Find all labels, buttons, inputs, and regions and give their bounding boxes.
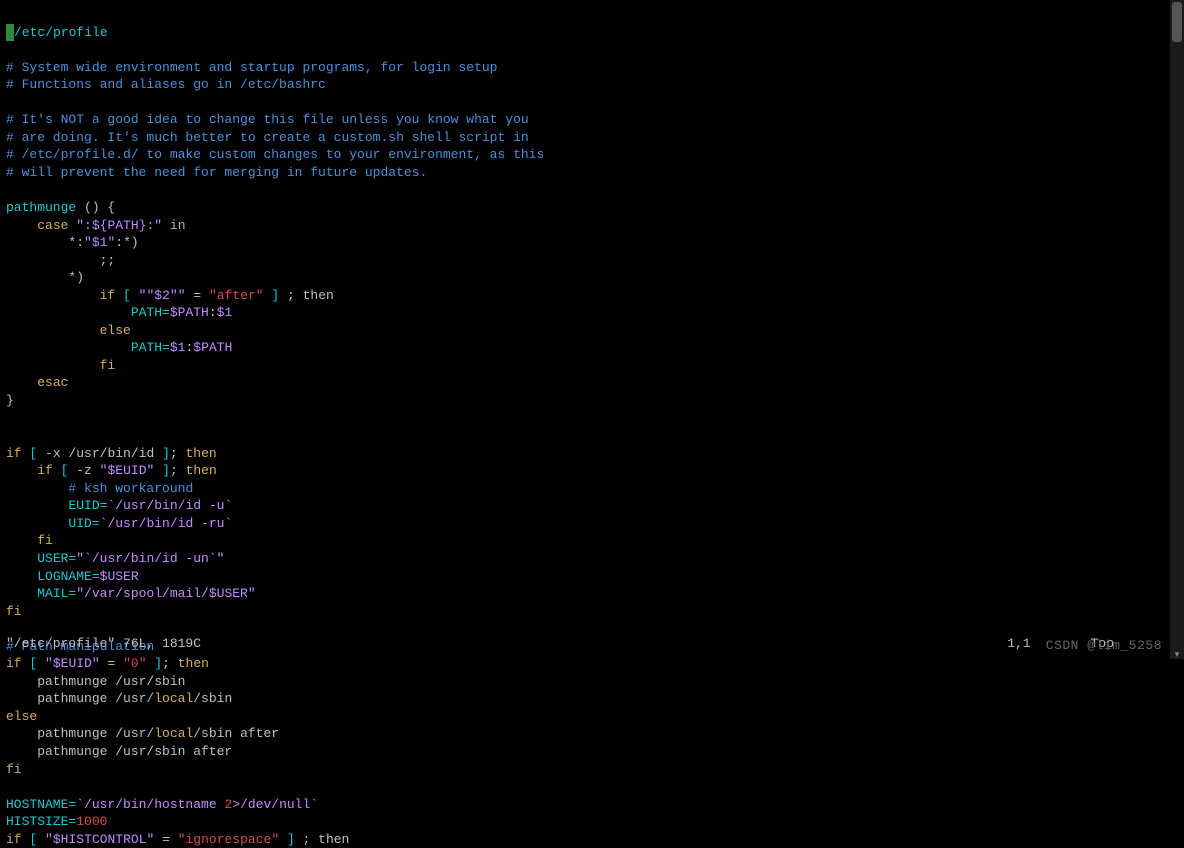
string: "0": [123, 656, 146, 671]
case-expr: ":${PATH}:": [76, 218, 162, 233]
case-break: ;;: [100, 253, 116, 268]
string: "ignorespace": [178, 832, 279, 847]
backtick: `/usr/bin/id -ru`: [100, 516, 233, 531]
kw-if: if: [100, 288, 116, 303]
kw-esac: esac: [37, 375, 68, 390]
command-line: pathmunge /usr/: [6, 691, 154, 706]
kw-if: if: [6, 446, 22, 461]
command-line: pathmunge /usr/: [6, 726, 154, 741]
backtick: `/usr/bin/id -u`: [107, 498, 232, 513]
brace-open: () {: [84, 200, 115, 215]
var: $PATH: [170, 305, 209, 320]
var-assign: PATH=: [131, 305, 170, 320]
vim-status-line: "/etc/profile" 76L, 1819C 1,1 Top: [6, 635, 1164, 653]
func-name: pathmunge: [6, 200, 76, 215]
var-assign: HISTSIZE=: [6, 814, 76, 829]
kw-case: case: [37, 218, 68, 233]
var: $PATH: [193, 340, 232, 355]
kw-else: else: [100, 323, 131, 338]
var-assign: MAIL=: [37, 586, 76, 601]
scrollbar-vertical[interactable]: ▴ ▾: [1170, 0, 1184, 659]
editor-viewport[interactable]: /etc/profile # System wide environment a…: [0, 0, 1184, 848]
comment-line: # Functions and aliases go in /etc/bashr…: [6, 77, 326, 92]
var-assign: LOGNAME=: [37, 569, 99, 584]
string: "after": [209, 288, 264, 303]
file-path: /etc/profile: [14, 25, 108, 40]
var: $1: [217, 305, 233, 320]
backtick: "`/usr/bin/id -un`": [76, 551, 224, 566]
cursor: [6, 24, 14, 42]
brace-close: }: [6, 393, 14, 408]
eq: =: [193, 288, 201, 303]
var-assign: PATH=: [131, 340, 170, 355]
comment-line: # System wide environment and startup pr…: [6, 60, 497, 75]
bracket: [: [123, 288, 131, 303]
number: 1000: [76, 814, 107, 829]
kw-fi: fi: [100, 358, 116, 373]
var: $USER: [100, 569, 139, 584]
status-rowcol: 1,1: [1007, 635, 1030, 653]
var-assign: EUID=: [68, 498, 107, 513]
comment-line: # are doing. It's much better to create …: [6, 130, 529, 145]
command-line: pathmunge /usr/sbin after: [6, 744, 232, 759]
scrollbar-thumb[interactable]: [1172, 2, 1182, 42]
comment-line: # ksh workaround: [68, 481, 193, 496]
var-assign: UID=: [68, 516, 99, 531]
comment-line: # It's NOT a good idea to change this fi…: [6, 112, 529, 127]
var-assign: HOSTNAME=: [6, 797, 76, 812]
kw-in: in: [170, 218, 186, 233]
comment-line: # /etc/profile.d/ to make custom changes…: [6, 147, 544, 162]
case-pattern: *:: [68, 235, 84, 250]
watermark-text: CSDN @lim_5258: [1046, 637, 1162, 655]
command-line: pathmunge /usr/sbin: [6, 674, 185, 689]
string: "/var/spool/mail/$USER": [76, 586, 255, 601]
var: $1: [170, 340, 186, 355]
var-assign: USER=: [37, 551, 76, 566]
scroll-down-arrow-icon[interactable]: ▾: [1172, 649, 1182, 659]
status-file-info: "/etc/profile" 76L, 1819C: [6, 635, 201, 653]
case-pattern: *): [68, 270, 84, 285]
comment-line: # will prevent the need for merging in f…: [6, 165, 427, 180]
var: "$2": [146, 288, 177, 303]
